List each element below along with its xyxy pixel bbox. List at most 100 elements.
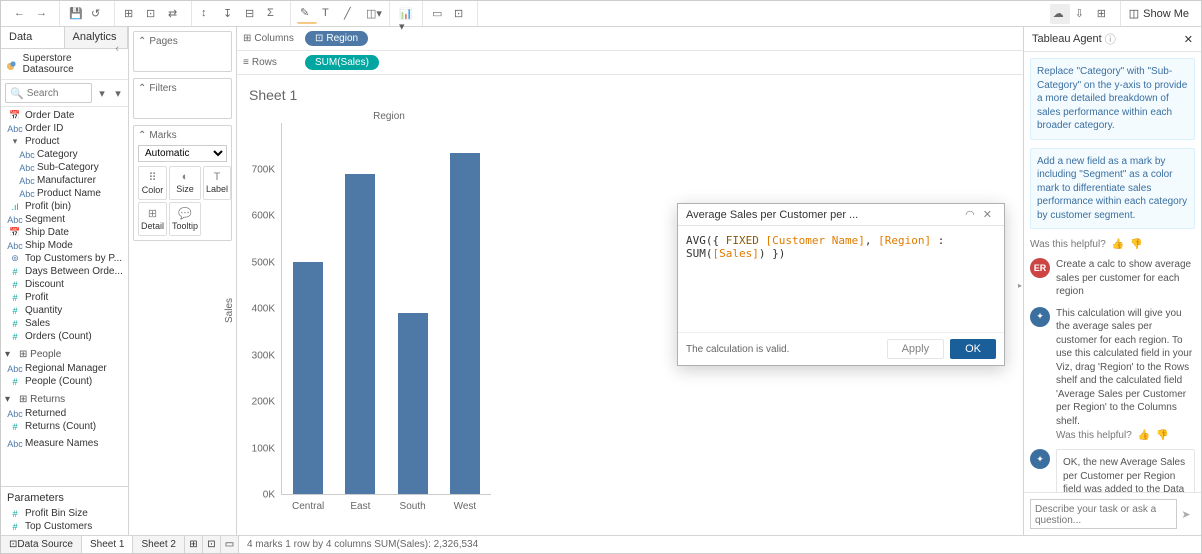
tab-data[interactable]: Data [1,27,65,48]
bot-avatar: ✦ [1030,307,1050,327]
user-message: Create a calc to show average sales per … [1056,258,1195,299]
line-button[interactable]: ╱ [341,4,361,24]
mark-tooltip[interactable]: 💬Tooltip [169,202,201,236]
sort-asc-button[interactable]: ↕ [198,4,218,24]
sort-desc-button[interactable]: ↧ [220,4,240,24]
mark-size[interactable]: ◐Size [169,166,201,200]
revert-button[interactable]: ↺ [88,4,108,24]
calc-apply-button[interactable]: Apply [887,339,945,359]
agent-close-button[interactable]: ✕ [1184,33,1193,46]
agent-prompt-input[interactable] [1030,499,1177,529]
field-top-customers-by-p---[interactable]: ⊚Top Customers by P... [1,252,128,265]
download-button[interactable]: ⇩ [1072,4,1092,24]
field-sub-category[interactable]: AbcSub-Category [1,161,128,174]
field-measure-names[interactable]: AbcMeasure Names [1,437,128,450]
y-tick: 200K [245,397,275,408]
field-category[interactable]: AbcCategory [1,148,128,161]
device-button[interactable]: ⊡ [451,4,471,24]
tab-data-source[interactable]: ⊡ Data Source [1,536,82,553]
field-quantity[interactable]: #Quantity [1,304,128,317]
rows-pill-sales[interactable]: SUM(Sales) [305,55,379,70]
bar-east[interactable]: East [334,123,386,494]
new-datasource-button[interactable]: ⊞ [121,4,141,24]
agent-suggestion-2[interactable]: Add a new field as a mark by including "… [1030,148,1195,230]
calc-ok-button[interactable]: OK [950,339,996,359]
table-people[interactable]: ▾⊞ People [1,347,128,362]
data-panel: Data Analytics‹ Superstore Datasource 🔍 … [1,27,129,535]
field-orders--count-[interactable]: #Orders (Count) [1,330,128,343]
field-people--count-[interactable]: #People (Count) [1,375,128,388]
bar-central[interactable]: Central [282,123,334,494]
new-story-button[interactable]: ▭ [221,536,239,553]
sigma-button[interactable]: Σ [264,4,284,24]
info-icon[interactable]: ⓘ [1105,31,1116,47]
search-input[interactable]: 🔍 [5,83,92,103]
x-label: Central [292,501,324,512]
thumbs-down-button[interactable]: 👎 [1156,430,1168,441]
cloud-button[interactable]: ☁ [1050,4,1070,24]
mark-color[interactable]: ⠿Color [138,166,167,200]
save-button[interactable]: 💾 [66,4,86,24]
table-returns[interactable]: ▾⊞ Returns [1,392,128,407]
field-days-between-orde---[interactable]: #Days Between Orde... [1,265,128,278]
field-segment[interactable]: AbcSegment [1,213,128,226]
field-profit[interactable]: #Profit [1,291,128,304]
field-order-id[interactable]: AbcOrder ID [1,122,128,135]
pages-shelf[interactable]: ⌃Pages [133,31,232,72]
back-button[interactable]: ← [11,4,31,24]
chart-button[interactable]: 📊▾ [396,4,416,24]
calc-formula-editor[interactable]: AVG({ FIXED [Customer Name], [Region] : … [678,226,1004,268]
sheet-title[interactable]: Sheet 1 [245,83,1015,111]
field-discount[interactable]: #Discount [1,278,128,291]
datasource-row[interactable]: Superstore Datasource [1,49,128,80]
field-order-date[interactable]: 📅Order Date [1,109,128,122]
expand-pane-button[interactable]: ▸ [1017,281,1023,290]
pivot-button[interactable]: ⊡ [143,4,163,24]
field-ship-mode[interactable]: AbcShip Mode [1,239,128,252]
mark-detail[interactable]: ⊞Detail [138,202,167,236]
text-button[interactable]: T [319,4,339,24]
forward-button[interactable]: → [33,4,53,24]
new-sheet-button[interactable]: ⊞ [185,536,203,553]
tab-sheet-2[interactable]: Sheet 2 [133,536,184,553]
thumbs-up-button[interactable]: 👍 [1138,430,1150,441]
calc-close-button[interactable]: ✕ [979,208,996,221]
collapse-icon[interactable]: ‹ [115,43,119,55]
field-sales[interactable]: #Sales [1,317,128,330]
field-ship-date[interactable]: 📅Ship Date [1,226,128,239]
calc-collapse-button[interactable]: ◠ [961,208,979,221]
field-top-customers[interactable]: #Top Customers [1,520,128,533]
new-dashboard-button[interactable]: ⊡ [203,536,221,553]
field-profit-bin-size[interactable]: #Profit Bin Size [1,507,128,520]
show-me-button[interactable]: ◫ Show Me [1121,7,1197,20]
columns-pill-region[interactable]: ⊡ Region [305,31,368,46]
mark-label[interactable]: TLabel [203,166,231,200]
totals-button[interactable]: ⊟ [242,4,262,24]
field-returned[interactable]: AbcReturned [1,407,128,420]
fit-dropdown[interactable]: ◫▾ [363,4,383,24]
thumbs-up-button[interactable]: 👍 [1112,239,1124,250]
filter-button[interactable]: ▾ [94,83,110,103]
send-button[interactable]: ➤ [1177,499,1195,529]
field-product-name[interactable]: AbcProduct Name [1,187,128,200]
field-returns--count-[interactable]: #Returns (Count) [1,420,128,433]
field-profit--bin-[interactable]: .ılProfit (bin) [1,200,128,213]
field-regional-manager[interactable]: AbcRegional Manager [1,362,128,375]
highlight-button[interactable]: ✎ [297,4,317,24]
field-product[interactable]: ▾Product [1,135,128,148]
presentation-button[interactable]: ▭ [429,4,449,24]
field-manufacturer[interactable]: AbcManufacturer [1,174,128,187]
bar-west[interactable]: West [439,123,491,494]
bar-south[interactable]: South [387,123,439,494]
bot-message-1: This calculation will give you the avera… [1056,307,1195,429]
tab-analytics[interactable]: Analytics‹ [65,27,129,48]
size-icon: ◐ [172,171,198,183]
thumbs-down-button[interactable]: 👎 [1130,239,1142,250]
tab-sheet-1[interactable]: Sheet 1 [82,536,133,553]
swap-button[interactable]: ⇄ [165,4,185,24]
agent-suggestion-1[interactable]: Replace "Category" with "Sub-Category" o… [1030,58,1195,140]
filters-shelf[interactable]: ⌃Filters [133,78,232,119]
menu-button[interactable]: ▾ [112,83,124,103]
marks-type-select[interactable]: Automatic [138,145,227,162]
format-button[interactable]: ⊞ [1094,4,1114,24]
